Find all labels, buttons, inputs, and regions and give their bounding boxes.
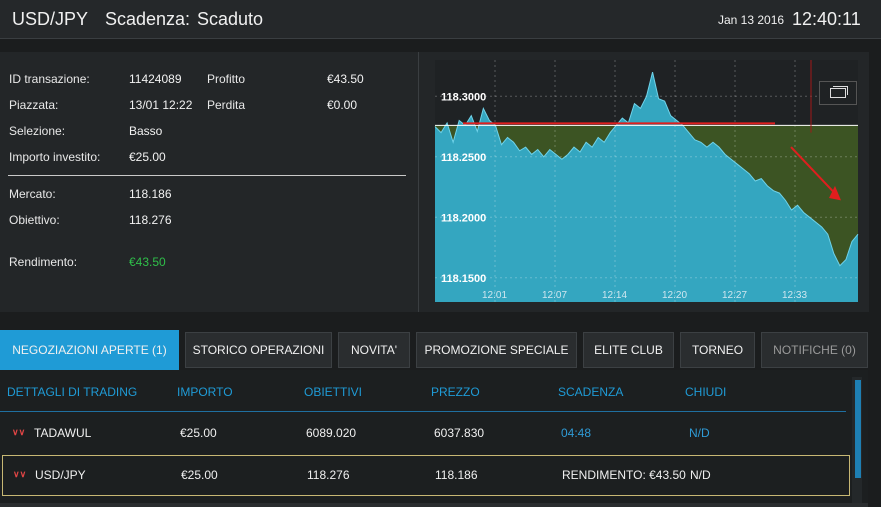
tab-open-trades[interactable]: NEGOZIAZIONI APERTE (1) [0, 330, 179, 370]
selection-label: Selezione: [9, 124, 66, 138]
price-chart-panel: 118.3000 118.2500 118.2000 118.1500 12:01 12:… [418, 52, 869, 312]
tab-news[interactable]: NOVITA' [338, 332, 410, 368]
y-tick-label: 118.1500 [441, 273, 486, 285]
bottom-edge [0, 503, 868, 507]
tab-elite-club[interactable]: ELITE CLUB [583, 332, 674, 368]
target-label: Obiettivo: [9, 213, 60, 227]
x-tick-label: 12:14 [602, 290, 627, 301]
row-close[interactable]: N/D [690, 468, 711, 482]
profit-value: €43.50 [327, 72, 364, 86]
transaction-id-label: ID transazione: [9, 72, 90, 86]
tab-bar: NEGOZIAZIONI APERTE (1) STORICO OPERAZIO… [0, 330, 881, 370]
row-asset: USD/JPY [35, 468, 86, 482]
selection-value: Basso [129, 124, 163, 138]
placed-value: 13/01 12:22 [129, 98, 193, 112]
x-tick-label: 12:20 [662, 290, 687, 301]
table-row[interactable]: ∨∨ USD/JPY €25.00 118.276 118.186 RENDIM… [2, 455, 850, 496]
market-value: 118.186 [129, 187, 172, 201]
top-bar: USD/JPY Scadenza: Scaduto Jan 13 2016 12… [0, 0, 881, 39]
x-tick-label: 12:01 [482, 290, 507, 301]
row-expiry: RENDIMENTO: €43.50 [562, 468, 686, 482]
column-header-details: DETTAGLI DI TRADING [7, 385, 138, 399]
x-tick-label: 12:27 [722, 290, 747, 301]
x-tick-label: 12:33 [782, 290, 807, 301]
row-target: 6089.020 [306, 426, 357, 440]
row-asset: TADAWUL [34, 426, 92, 440]
chevron-down-icon[interactable]: ∨∨ [12, 427, 25, 438]
market-label: Mercato: [9, 187, 56, 201]
target-value: 118.276 [129, 213, 172, 227]
date-display: Jan 13 2016 [718, 13, 785, 27]
return-label: Rendimento: [9, 255, 78, 269]
asset-pair: USD/JPY [12, 9, 89, 29]
row-target: 118.276 [307, 468, 350, 482]
column-header-amount: IMPORTO [177, 385, 233, 399]
window-back-icon [833, 86, 848, 95]
column-header-expiry: SCADENZA [558, 385, 624, 399]
transaction-id-value: 11424089 [129, 72, 182, 86]
row-amount: €25.00 [181, 468, 218, 482]
x-tick-label: 12:07 [542, 290, 567, 301]
y-tick-label: 118.3000 [441, 91, 486, 103]
divider [8, 175, 406, 176]
profit-label: Profitto [207, 72, 246, 86]
row-expiry: 04:48 [561, 426, 592, 440]
chevron-down-icon[interactable]: ∨∨ [13, 469, 26, 480]
y-tick-label: 118.2500 [441, 152, 486, 164]
row-close[interactable]: N/D [689, 426, 710, 440]
tab-notifications[interactable]: NOTIFICHE (0) [761, 332, 868, 368]
clock-display: 12:40:11 [792, 9, 861, 29]
loss-value: €0.00 [327, 98, 358, 112]
scrollbar-thumb[interactable] [855, 380, 861, 478]
row-price: 118.186 [435, 468, 478, 482]
placed-label: Piazzata: [9, 98, 59, 112]
column-header-targets: OBIETTIVI [304, 385, 363, 399]
expand-chart-button[interactable] [819, 81, 857, 105]
expiry-label: Scadenza: [105, 9, 191, 29]
return-value: €43.50 [129, 255, 166, 269]
column-header-price: PREZZO [431, 385, 480, 399]
tab-history[interactable]: STORICO OPERAZIONI [185, 332, 332, 368]
y-tick-label: 118.2000 [441, 212, 486, 224]
tab-tournament[interactable]: TORNEO [680, 332, 755, 368]
trade-details-panel: ID transazione: 11424089 Profitto €43.50… [0, 52, 418, 312]
invested-label: Importo investito: [9, 150, 101, 164]
loss-label: Perdita [207, 98, 246, 112]
invested-value: €25.00 [129, 150, 166, 164]
table-row[interactable]: ∨∨ TADAWUL €25.00 6089.020 6037.830 04:4… [0, 414, 850, 454]
price-chart[interactable]: 118.3000 118.2500 118.2000 118.1500 12:01 12:… [419, 52, 869, 312]
header-divider [0, 411, 846, 412]
tab-promotion[interactable]: PROMOZIONE SPECIALE [416, 332, 577, 368]
expiry-value: Scaduto [197, 9, 264, 29]
column-header-close: CHIUDI [685, 385, 727, 399]
row-amount: €25.00 [180, 426, 217, 440]
trades-table: DETTAGLI DI TRADING IMPORTO OBIETTIVI PR… [0, 370, 868, 507]
row-price: 6037.830 [434, 426, 485, 440]
